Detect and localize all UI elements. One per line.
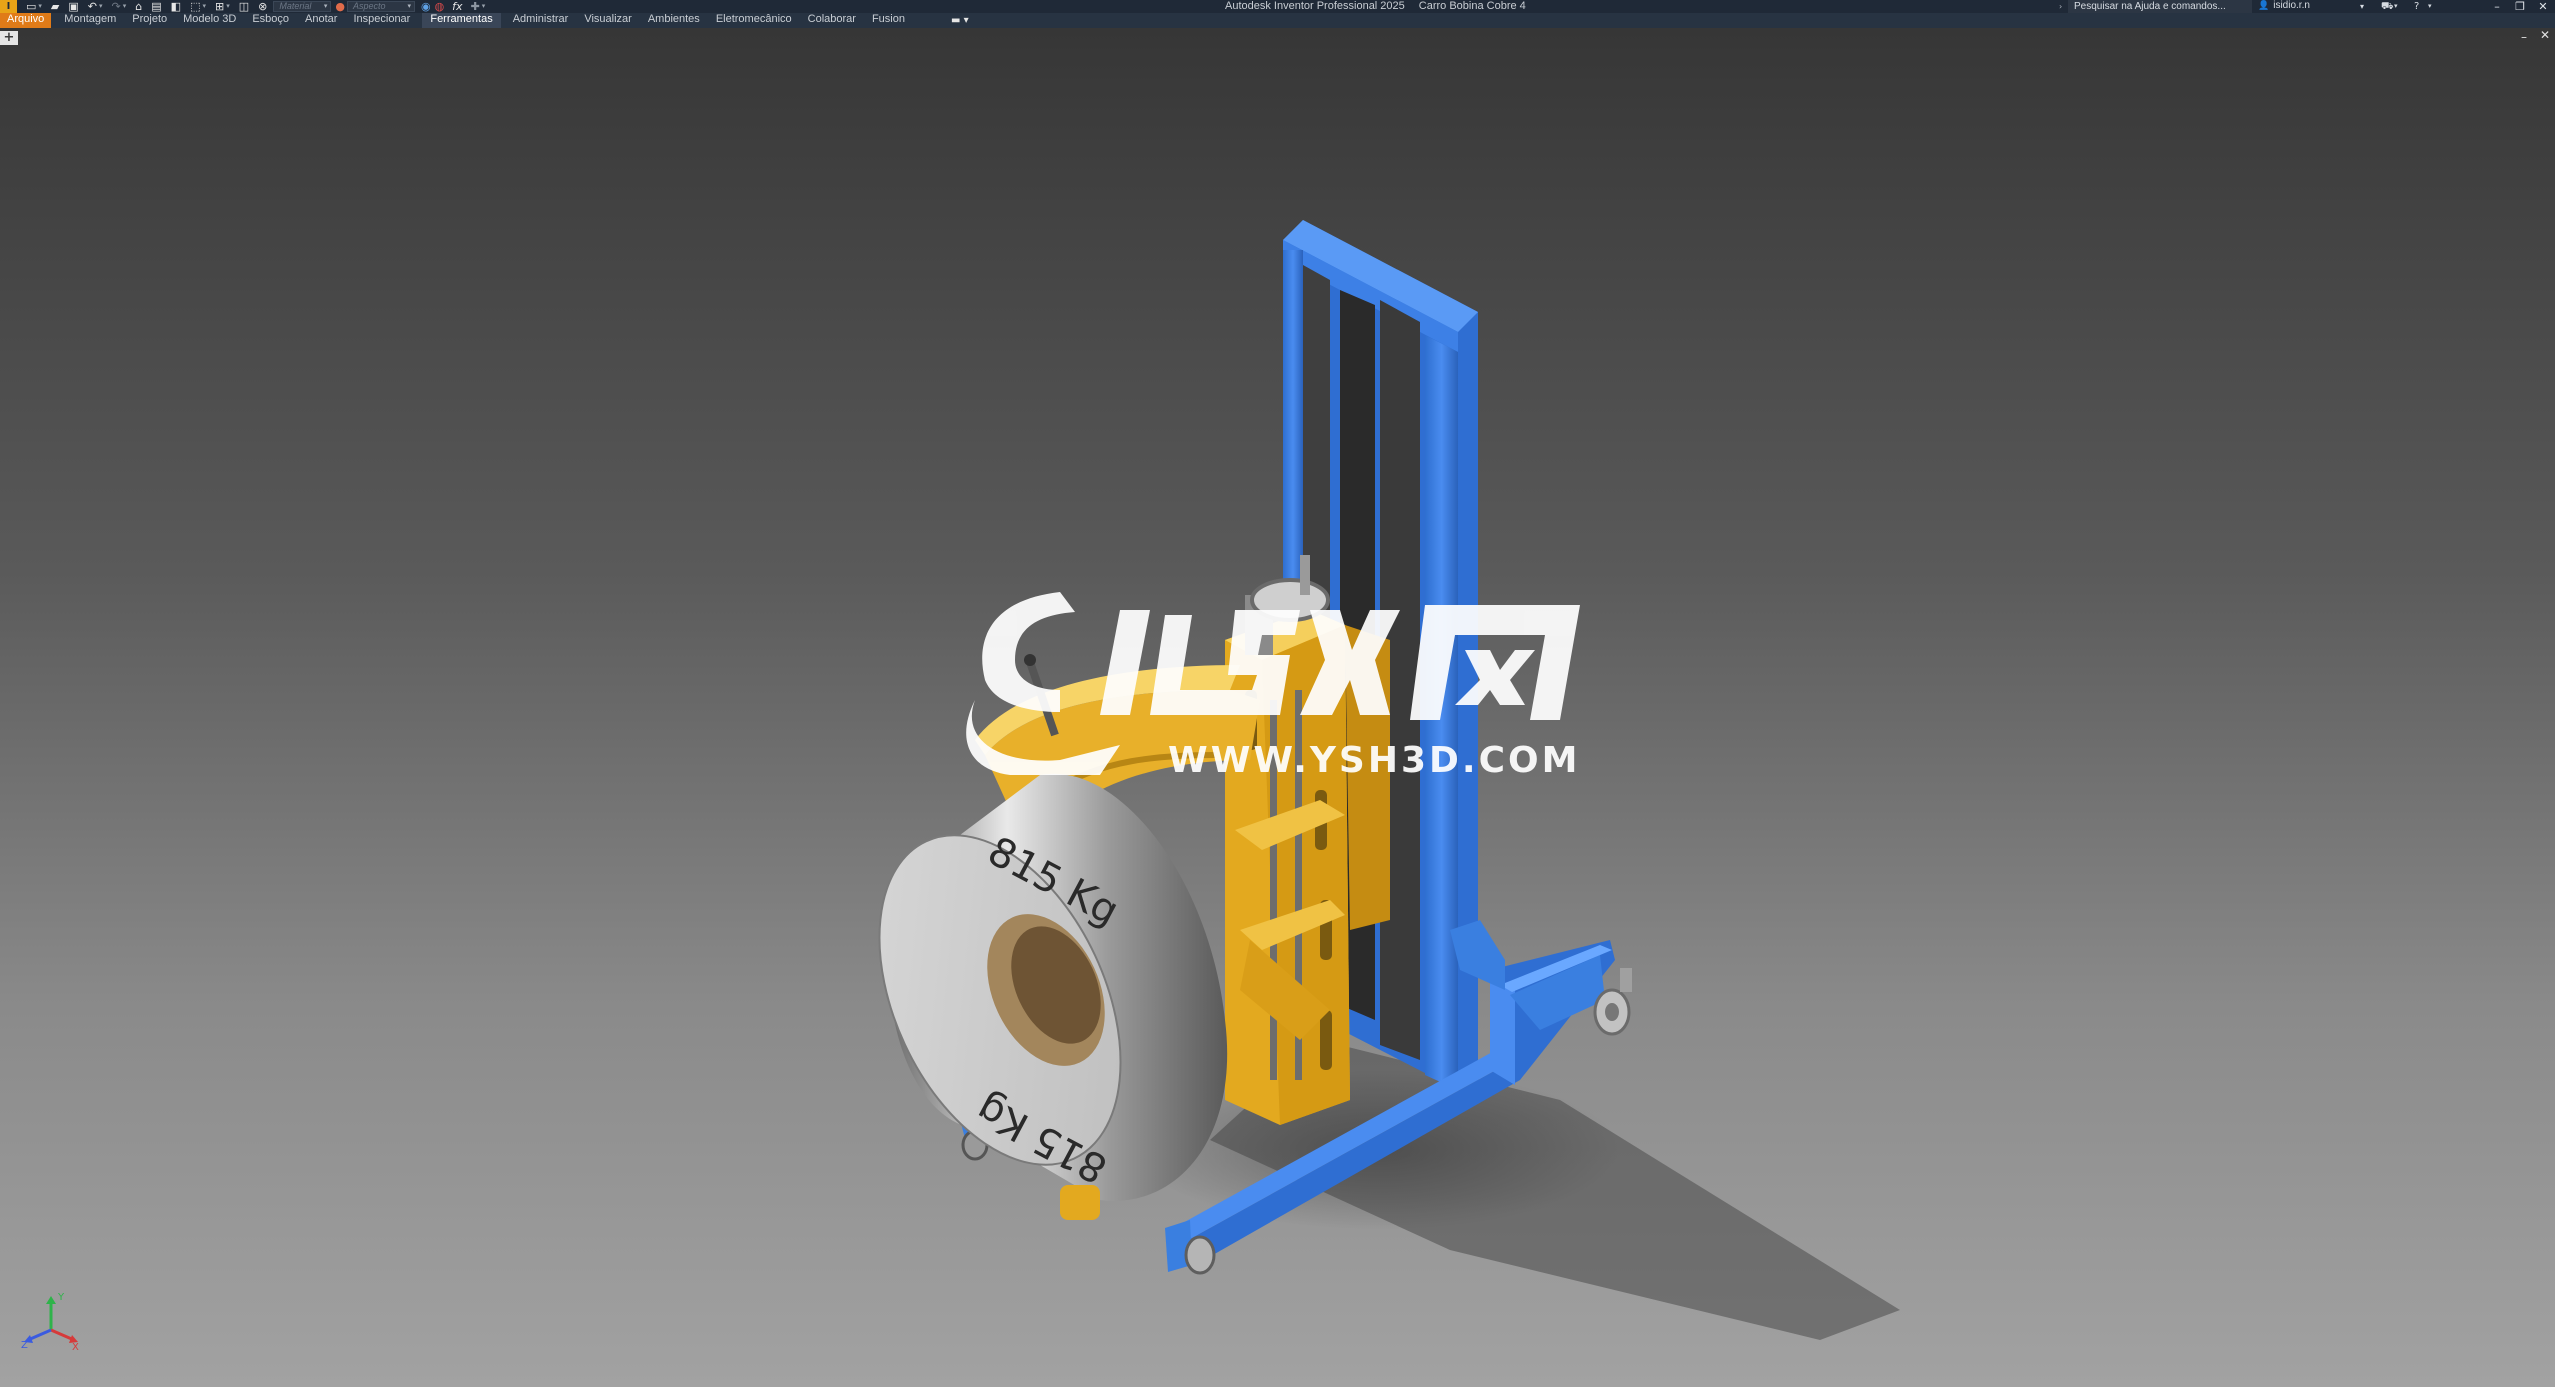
measure-icon[interactable]: ◫ (239, 0, 249, 13)
help-search-chevron-icon[interactable]: › (2059, 0, 2062, 13)
material-select-value: Material (279, 1, 312, 11)
inventor-app-icon[interactable]: I (0, 0, 17, 13)
select-icon[interactable]: ⬚ (190, 0, 200, 13)
tab-fusion[interactable]: Fusion (864, 13, 913, 28)
help-icon[interactable]: ? (2414, 0, 2419, 13)
save-icon[interactable]: ▣ (68, 0, 78, 13)
tab-view[interactable]: Visualizar (576, 13, 640, 28)
axis-x-label: X (72, 1342, 79, 1350)
open-folder-icon[interactable]: ▰ (51, 0, 59, 13)
window-title: Autodesk Inventor Professional 2025 Carro… (1225, 0, 1526, 13)
appearance-sphere-icon: ● (335, 0, 345, 13)
select-dropdown-icon[interactable]: ▾ (202, 0, 206, 13)
customize-icon[interactable]: ✚ (471, 0, 480, 13)
document-title: Carro Bobina Cobre 4 (1418, 0, 1526, 12)
appearance-select[interactable]: Aspecto ▾ (346, 1, 415, 12)
tab-electromechanical[interactable]: Eletromecânico (708, 13, 800, 28)
ribbon-display-options-icon[interactable]: ▬ ▾ (951, 15, 969, 26)
watermark-url: WWW.YSH3D.COM (1168, 740, 1581, 781)
app-title: Autodesk Inventor Professional 2025 (1225, 0, 1405, 12)
tab-sketch[interactable]: Esboço (244, 13, 297, 28)
redo-dropdown-icon[interactable]: ▾ (123, 0, 127, 13)
undo-dropdown-icon[interactable]: ▾ (99, 0, 103, 13)
axis-z-label: Z (21, 1340, 28, 1350)
tab-inspect[interactable]: Inspecionar (345, 13, 418, 28)
clear-appearance-icon[interactable]: ⊗ (258, 0, 267, 13)
minimize-window-button[interactable]: – (2488, 0, 2506, 13)
tab-manage[interactable]: Administrar (505, 13, 577, 28)
parameters-fx-button[interactable]: fx (452, 0, 462, 13)
cart-icon[interactable]: ⛟ (2381, 0, 2394, 13)
print-icon[interactable]: ▤ (151, 0, 161, 13)
tab-file[interactable]: Arquivo (0, 13, 52, 28)
tab-design[interactable]: Projeto (124, 13, 175, 28)
material-dropdown-icon: ▾ (323, 3, 328, 10)
customize-dropdown-icon[interactable]: ▾ (482, 0, 486, 13)
user-icon: 👤 (2258, 0, 2270, 10)
material-select[interactable]: Material ▾ (273, 1, 332, 12)
account-dropdown-icon[interactable]: ▾ (2360, 0, 2364, 13)
new-dropdown-icon[interactable]: ▾ (38, 0, 42, 13)
redo-icon[interactable]: ↷ (112, 0, 121, 13)
properties-icon[interactable]: ◧ (171, 0, 181, 13)
copper-coil[interactable]: 815 Kg 815 Kg (831, 773, 1228, 1220)
new-file-icon[interactable]: ▭ (26, 0, 36, 13)
help-dropdown-icon[interactable]: ▾ (2428, 0, 2432, 13)
close-window-button[interactable]: ✕ (2534, 0, 2552, 13)
home-icon[interactable]: ⌂ (135, 0, 142, 13)
user-account[interactable]: 👤 isidio.r.n (2258, 0, 2310, 13)
adjust-appearance-icon[interactable]: ◉ (421, 0, 431, 13)
tab-3d-model[interactable]: Modelo 3D (175, 13, 244, 28)
user-name: isidio.r.n (2273, 0, 2310, 11)
clear-override-icon[interactable]: ◍ (435, 0, 445, 13)
update-icon[interactable]: ⊞ (215, 0, 224, 13)
undo-icon[interactable]: ↶ (88, 0, 97, 13)
help-search-box[interactable]: Pesquisar na Ajuda e comandos... (2068, 0, 2252, 13)
appearance-dropdown-icon: ▾ (407, 3, 411, 10)
graphics-window[interactable]: + – ✕ 815 Kg 815 Kg WWW.YSH3D.COM Z X Y (0, 28, 2555, 1387)
restore-window-button[interactable]: ❐ (2511, 0, 2529, 13)
tab-environments[interactable]: Ambientes (640, 13, 708, 28)
update-dropdown-icon[interactable]: ▾ (226, 0, 230, 13)
tab-assemble[interactable]: Montagem (56, 13, 124, 28)
model-scene[interactable]: 815 Kg 815 Kg (0, 28, 2555, 1387)
view-axis-triad[interactable]: Z X Y (14, 1290, 84, 1350)
ribbon-tab-bar: Arquivo Montagem Projeto Modelo 3D Esboç… (0, 13, 2555, 28)
tab-annotate[interactable]: Anotar (297, 13, 345, 28)
appearance-select-value: Aspecto (352, 1, 386, 11)
tab-tools[interactable]: Ferramentas (422, 13, 501, 28)
axis-y-label: Y (57, 1292, 65, 1303)
cart-dropdown-icon[interactable]: ▾ (2394, 0, 2398, 13)
tab-collaborate[interactable]: Colaborar (800, 13, 864, 28)
